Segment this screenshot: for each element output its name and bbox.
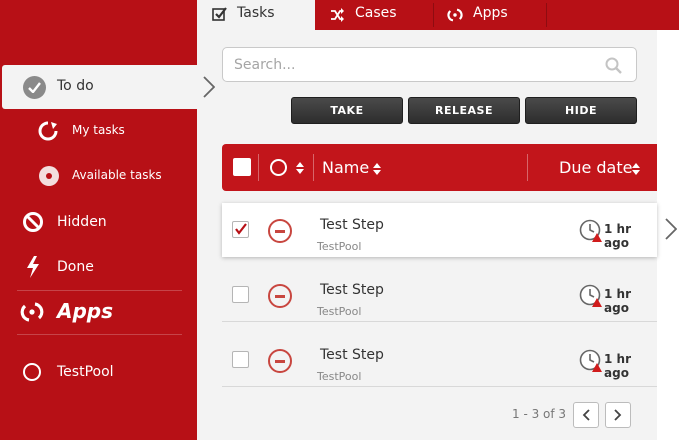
search-input[interactable] (223, 48, 583, 81)
search-box (222, 47, 637, 82)
pagination-summary: 1 - 3 of 3 (512, 407, 567, 421)
check-circle-icon (23, 76, 46, 99)
sidebar-item-apps[interactable]: Apps (57, 299, 113, 323)
name-column-header[interactable]: Name (322, 158, 369, 177)
row-checkbox[interactable] (232, 221, 249, 238)
checkbox-icon (212, 6, 228, 26)
task-name[interactable]: Test Step (320, 347, 384, 363)
due-date: 1 hr ago (604, 222, 631, 250)
tab-cases[interactable]: Cases (315, 0, 433, 30)
due-date: 1 hr ago (604, 352, 631, 380)
previous-page-button[interactable] (573, 402, 599, 428)
sort-icon[interactable] (632, 161, 640, 180)
due-date: 1 hr ago (604, 287, 631, 315)
refresh-icon (37, 120, 59, 146)
apps-icon (20, 300, 44, 328)
search-icon[interactable] (605, 57, 622, 78)
table-header: Name Due date (222, 144, 657, 191)
task-name[interactable]: Test Step (320, 282, 384, 298)
table-row[interactable]: Test Step TestPool 1 hr ago (222, 333, 657, 387)
header-separator (527, 154, 528, 181)
sidebar: To do My tasks Available tasks Hidden Do… (0, 0, 197, 440)
hidden-icon (22, 211, 44, 237)
apps-icon (447, 7, 463, 27)
release-button[interactable]: RELEASE (408, 97, 520, 124)
sidebar-item-testpool[interactable]: TestPool (57, 364, 114, 380)
take-button[interactable]: TAKE (291, 97, 403, 124)
task-pool: TestPool (317, 370, 362, 383)
chevron-right-icon (614, 409, 622, 421)
tab-tasks-label: Tasks (237, 5, 275, 21)
row-checkbox[interactable] (232, 351, 249, 368)
select-all-checkbox[interactable] (233, 158, 251, 176)
sidebar-item-done[interactable]: Done (57, 259, 94, 275)
sort-icon[interactable] (296, 160, 304, 179)
due-date-column-header[interactable]: Due date (559, 158, 632, 177)
sort-icon[interactable] (373, 161, 381, 180)
next-page-button[interactable] (605, 402, 631, 428)
hide-button[interactable]: HIDE (525, 97, 637, 124)
tab-cases-label: Cases (355, 5, 397, 21)
stop-icon (268, 219, 292, 243)
tab-separator (546, 3, 547, 27)
top-tab-bar: Tasks Cases Apps (197, 0, 679, 30)
overdue-clock-icon (579, 349, 603, 377)
sidebar-item-todo[interactable]: To do (2, 65, 197, 109)
tab-tasks[interactable]: Tasks (197, 0, 315, 30)
sidebar-divider (17, 334, 182, 335)
tab-apps[interactable]: Apps (433, 0, 546, 30)
lightning-icon (25, 256, 41, 282)
header-separator (258, 154, 259, 181)
sidebar-divider (17, 290, 182, 291)
row-checkbox[interactable] (232, 286, 249, 303)
chevron-right-icon[interactable] (665, 218, 678, 244)
stop-icon (268, 284, 292, 308)
sidebar-item-available-tasks[interactable]: Available tasks (72, 168, 162, 182)
sidebar-item-todo-label: To do (57, 78, 94, 94)
task-pool: TestPool (317, 305, 362, 318)
status-column-icon[interactable] (270, 159, 287, 176)
overdue-clock-icon (579, 219, 603, 247)
stop-icon (268, 349, 292, 373)
task-pool: TestPool (317, 240, 362, 253)
circle-icon (22, 362, 42, 386)
overdue-clock-icon (579, 284, 603, 312)
tab-apps-label: Apps (473, 5, 508, 21)
header-separator (313, 154, 314, 181)
chevron-right-icon[interactable] (203, 76, 216, 102)
table-row[interactable]: Test Step TestPool 1 hr ago (222, 268, 657, 322)
sidebar-item-my-tasks[interactable]: My tasks (72, 123, 125, 137)
shuffle-icon (330, 8, 345, 26)
task-name[interactable]: Test Step (320, 217, 384, 233)
target-icon (38, 165, 60, 191)
sidebar-item-hidden[interactable]: Hidden (57, 214, 107, 230)
chevron-left-icon (582, 409, 590, 421)
table-row[interactable]: Test Step TestPool 1 hr ago (222, 203, 657, 257)
